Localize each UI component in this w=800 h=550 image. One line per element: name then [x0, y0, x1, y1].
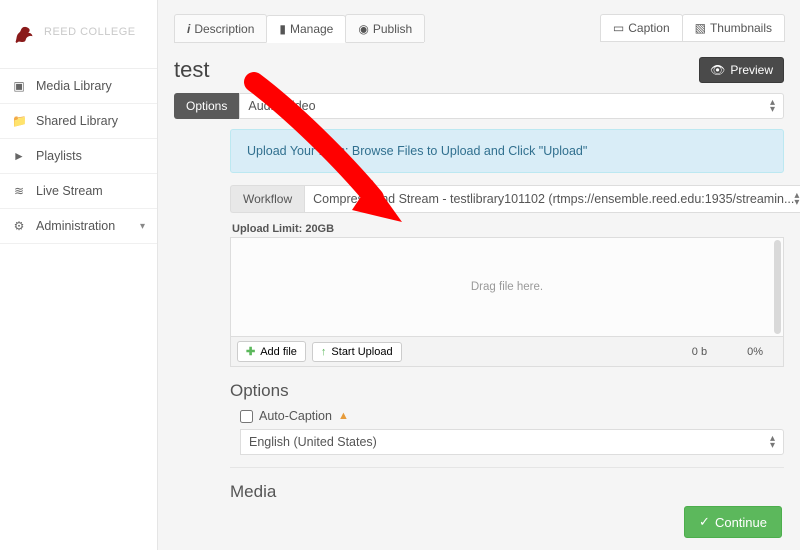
sidebar-item-media-library[interactable]: ▣ Media Library: [0, 69, 157, 104]
select-arrows-icon: ▴▾: [770, 435, 775, 449]
sidebar-nav: ▣ Media Library 📁 Shared Library ► Playl…: [0, 69, 157, 244]
select-value: Audio/Video: [248, 99, 315, 113]
tab-caption[interactable]: ▭ Caption: [600, 14, 683, 42]
options-heading: Options: [230, 381, 784, 401]
media-heading: Media: [230, 482, 784, 502]
media-type-select[interactable]: Audio/Video ▴▾: [239, 93, 784, 119]
sidebar-item-playlists[interactable]: ► Playlists: [0, 139, 157, 174]
tab-manage[interactable]: ▮ Manage: [266, 15, 346, 43]
title-row: test 👁 Preview: [174, 57, 784, 83]
continue-button[interactable]: ✓ Continue: [684, 506, 782, 538]
workflow-select[interactable]: Compress And Stream - testlibrary101102 …: [304, 185, 800, 213]
play-icon: ►: [12, 149, 26, 163]
button-label: Continue: [715, 515, 767, 530]
sidebar: REED COLLEGE ▣ Media Library 📁 Shared Li…: [0, 0, 158, 550]
page-title: test: [174, 57, 209, 83]
sidebar-item-shared-library[interactable]: 📁 Shared Library: [0, 104, 157, 139]
options-type-row: Options Audio/Video ▴▾: [174, 93, 784, 119]
upload-toolbar: ✚ Add file ↑ Start Upload 0 b 0%: [230, 337, 784, 367]
file-dropzone[interactable]: Drag file here.: [230, 237, 784, 337]
right-tabs: ▭ Caption ▧ Thumbnails: [600, 14, 784, 42]
plus-icon: ✚: [246, 345, 255, 358]
folder-icon: 📁: [12, 114, 26, 128]
select-value: English (United States): [249, 435, 377, 449]
select-arrows-icon: ▴▾: [794, 192, 799, 206]
gears-icon: ⚙: [12, 219, 26, 233]
wifi-icon: ≋: [12, 184, 26, 198]
image-icon: ▧: [695, 21, 706, 35]
warning-icon: ▲: [338, 410, 349, 422]
upload-panel: Upload Your Files: Browse Files to Uploa…: [230, 129, 784, 502]
button-label: Add file: [260, 346, 297, 358]
language-select[interactable]: English (United States) ▴▾: [240, 429, 784, 455]
tab-label: Thumbnails: [710, 21, 772, 35]
sidebar-item-label: Administration: [36, 219, 115, 233]
select-arrows-icon: ▴▾: [770, 99, 775, 113]
globe-icon: ◉: [358, 22, 368, 36]
auto-caption-checkbox[interactable]: [240, 410, 253, 423]
griffin-icon: [10, 18, 38, 46]
main-content: i Description ▮ Manage ◉ Publish ▭ Capti…: [158, 0, 800, 550]
button-label: Preview: [730, 63, 773, 77]
sidebar-item-label: Media Library: [36, 79, 112, 93]
workflow-row: Workflow Compress And Stream - testlibra…: [230, 185, 784, 213]
options-label: Options: [174, 93, 239, 119]
chevron-down-icon: ▾: [140, 221, 145, 232]
tab-publish[interactable]: ◉ Publish: [345, 14, 425, 42]
sidebar-item-label: Playlists: [36, 149, 82, 163]
tab-description[interactable]: i Description: [174, 14, 267, 42]
sidebar-item-label: Shared Library: [36, 114, 118, 128]
upload-banner: Upload Your Files: Browse Files to Uploa…: [230, 129, 784, 173]
left-tabs: i Description ▮ Manage ◉ Publish: [174, 14, 424, 43]
tabs-row: i Description ▮ Manage ◉ Publish ▭ Capti…: [174, 14, 784, 43]
file-icon: ▮: [279, 22, 286, 36]
footer: ✓ Continue: [684, 506, 782, 538]
cc-icon: ▭: [613, 21, 624, 35]
eye-icon: 👁: [710, 63, 725, 77]
add-file-button[interactable]: ✚ Add file: [237, 341, 306, 362]
up-arrow-icon: ↑: [321, 346, 327, 358]
tab-label: Manage: [290, 22, 333, 36]
upload-limit: Upload Limit: 20GB: [232, 223, 784, 235]
upload-percent: 0%: [747, 346, 763, 358]
select-value: Compress And Stream - testlibrary101102 …: [313, 192, 794, 206]
preview-button[interactable]: 👁 Preview: [699, 57, 784, 83]
video-icon: ▣: [12, 79, 26, 93]
upload-size: 0 b: [692, 346, 707, 358]
brand-name: REED COLLEGE: [44, 26, 136, 38]
brand-logo: REED COLLEGE: [0, 0, 157, 69]
check-icon: ✓: [699, 514, 710, 530]
button-label: Start Upload: [331, 346, 392, 358]
sidebar-item-administration[interactable]: ⚙ Administration ▾: [0, 209, 157, 244]
dropzone-text: Drag file here.: [471, 281, 543, 293]
checkbox-label: Auto-Caption: [259, 409, 332, 423]
sidebar-item-live-stream[interactable]: ≋ Live Stream: [0, 174, 157, 209]
tab-label: Description: [194, 22, 254, 36]
sidebar-item-label: Live Stream: [36, 184, 103, 198]
divider: [230, 467, 784, 468]
tab-label: Caption: [628, 21, 669, 35]
auto-caption-row: Auto-Caption ▲: [240, 409, 784, 423]
tab-thumbnails[interactable]: ▧ Thumbnails: [682, 14, 785, 42]
tab-label: Publish: [373, 22, 412, 36]
upload-stats: 0 b 0%: [692, 346, 777, 358]
info-icon: i: [187, 22, 190, 36]
workflow-label: Workflow: [230, 185, 304, 213]
start-upload-button[interactable]: ↑ Start Upload: [312, 342, 402, 362]
